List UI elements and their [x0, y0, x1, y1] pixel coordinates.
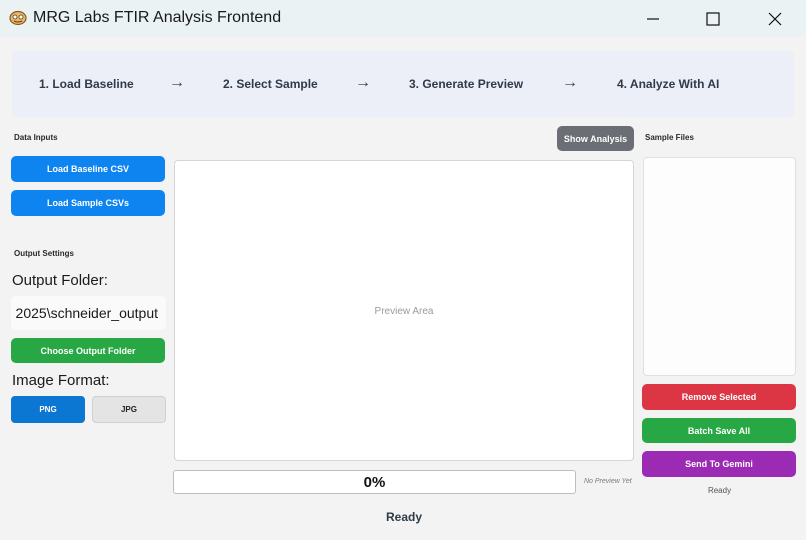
- output-folder-label: Output Folder:: [12, 272, 108, 289]
- step-select-sample: 2. Select Sample: [223, 77, 318, 91]
- format-png-button[interactable]: PNG: [11, 396, 85, 423]
- output-settings-label: Output Settings: [14, 249, 74, 258]
- remove-selected-button[interactable]: Remove Selected: [642, 384, 796, 410]
- batch-save-button[interactable]: Batch Save All: [642, 418, 796, 443]
- minimize-icon: [647, 17, 659, 20]
- progress-text: 0%: [363, 473, 386, 491]
- right-status-text: Ready: [707, 486, 732, 495]
- status-text: Ready: [385, 510, 423, 524]
- data-inputs-label: Data Inputs: [14, 133, 58, 142]
- step-arrow-icon: →: [355, 74, 371, 91]
- load-baseline-button[interactable]: Load Baseline CSV: [11, 156, 165, 182]
- preview-area: Preview Area: [174, 160, 634, 461]
- sample-files-list[interactable]: [643, 157, 796, 376]
- step-generate-preview: 3. Generate Preview: [409, 77, 524, 91]
- step-analyze-ai: 4. Analyze With AI: [617, 77, 720, 91]
- minimize-button[interactable]: [630, 0, 676, 37]
- close-button[interactable]: [752, 0, 798, 37]
- choose-output-folder-button[interactable]: Choose Output Folder: [11, 338, 165, 363]
- sample-files-label: Sample Files: [645, 133, 694, 142]
- step-arrow-icon: →: [169, 74, 185, 91]
- app-logo-icon: [9, 10, 27, 26]
- window-title: MRG Labs FTIR Analysis Frontend: [33, 9, 282, 26]
- maximize-button[interactable]: [690, 0, 736, 37]
- output-folder-value: 2025\schneider_output: [15, 305, 158, 321]
- format-jpg-button[interactable]: JPG: [92, 396, 166, 423]
- preview-placeholder: Preview Area: [374, 306, 434, 317]
- output-folder-field[interactable]: 2025\schneider_output: [11, 296, 166, 330]
- show-analysis-button[interactable]: Show Analysis: [557, 126, 634, 151]
- image-format-label: Image Format:: [12, 372, 110, 389]
- step-load-baseline: 1. Load Baseline: [39, 77, 134, 91]
- preview-status: No Preview Yet: [584, 478, 632, 485]
- load-sample-button[interactable]: Load Sample CSVs: [11, 190, 165, 216]
- progress-bar: 0%: [173, 470, 576, 494]
- close-icon: [768, 12, 782, 25]
- send-to-gemini-button[interactable]: Send To Gemini: [642, 451, 796, 477]
- step-arrow-icon: →: [562, 74, 578, 91]
- maximize-icon: [706, 11, 720, 26]
- workflow-steps: 1. Load Baseline → 2. Select Sample → 3.…: [12, 51, 794, 117]
- title-bar: MRG Labs FTIR Analysis Frontend: [0, 0, 806, 37]
